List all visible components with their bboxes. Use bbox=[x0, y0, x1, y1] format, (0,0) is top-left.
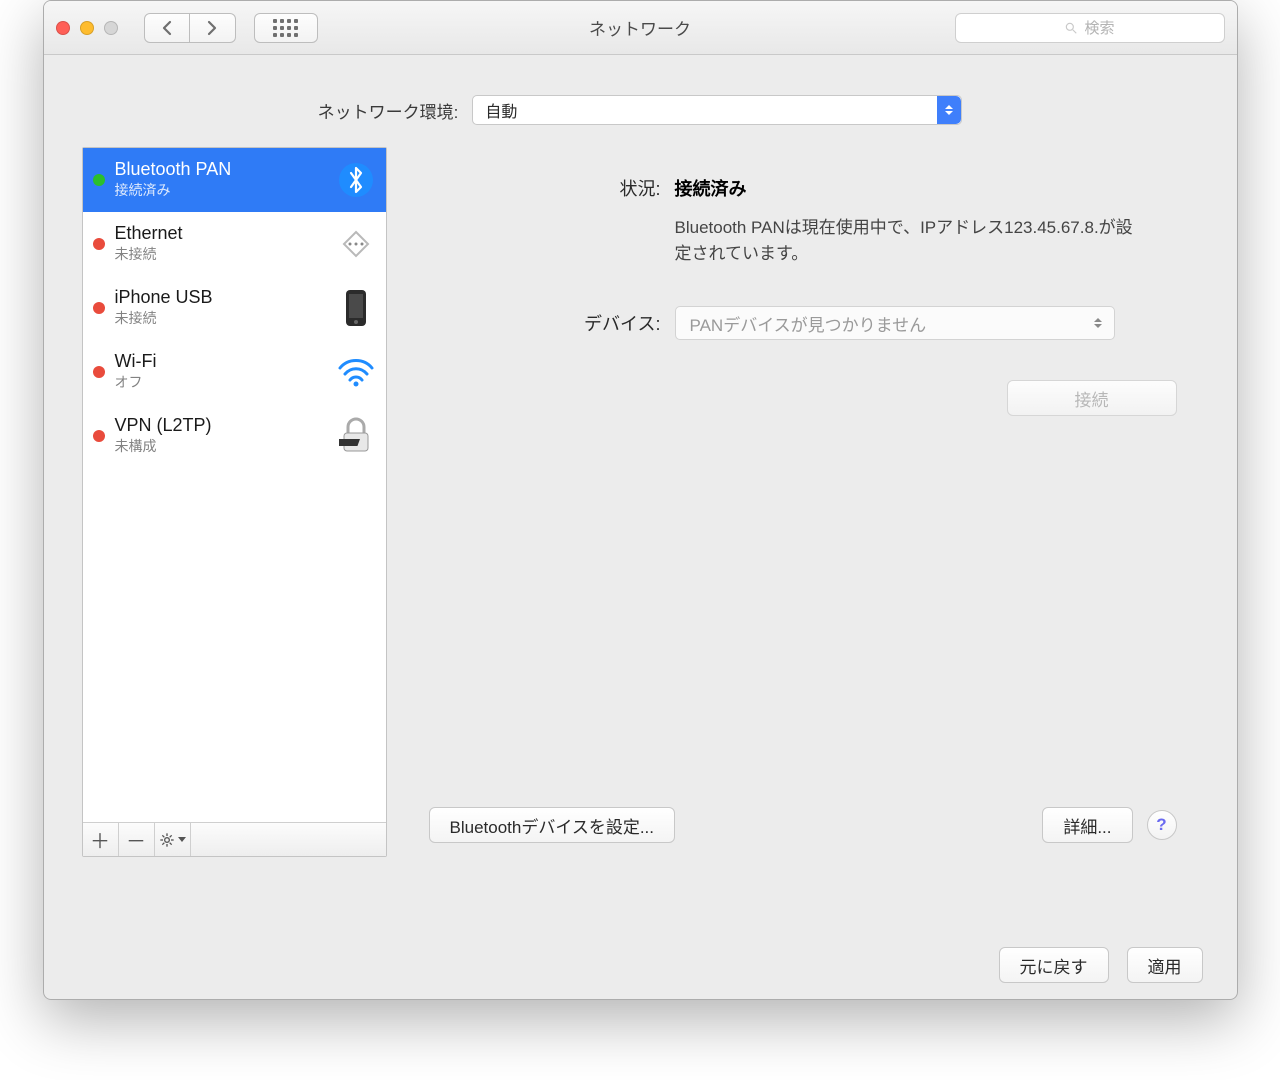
window-footer: 元に戻す 適用 bbox=[44, 931, 1237, 999]
service-name: VPN (L2TP) bbox=[115, 416, 326, 436]
remove-service-button[interactable]: － bbox=[119, 823, 155, 856]
minimize-icon[interactable] bbox=[80, 21, 94, 35]
content: Bluetooth PAN 接続済み Ethernet 未接続 bbox=[44, 147, 1237, 879]
service-status: 未構成 bbox=[115, 436, 326, 456]
back-button[interactable] bbox=[144, 13, 190, 43]
status-dot-icon bbox=[93, 302, 105, 314]
status-dot-icon bbox=[93, 238, 105, 250]
search-placeholder: 検索 bbox=[1084, 17, 1114, 38]
status-dot-icon bbox=[93, 366, 105, 378]
add-service-button[interactable]: ＋ bbox=[83, 823, 119, 856]
location-label: ネットワーク環境: bbox=[318, 98, 459, 123]
apply-button[interactable]: 適用 bbox=[1127, 947, 1203, 983]
bluetooth-icon bbox=[336, 160, 376, 200]
connect-button: 接続 bbox=[1007, 380, 1177, 416]
status-dot-icon bbox=[93, 430, 105, 442]
lock-icon bbox=[336, 416, 376, 456]
search-icon bbox=[1064, 21, 1078, 35]
device-row: デバイス: PANデバイスが見つかりません bbox=[429, 306, 1177, 340]
service-status: 未接続 bbox=[115, 308, 326, 328]
service-status: 未接続 bbox=[115, 244, 326, 264]
status-value: 接続済み bbox=[675, 175, 747, 201]
chevron-updown-icon bbox=[1090, 311, 1106, 335]
detail-panel: 状況: 接続済み Bluetooth PANは現在使用中で、IPアドレス123.… bbox=[407, 147, 1199, 857]
location-row: ネットワーク環境: 自動 bbox=[44, 55, 1237, 147]
gear-icon bbox=[159, 832, 175, 848]
location-select[interactable]: 自動 bbox=[472, 95, 962, 125]
device-value: PANデバイスが見つかりません bbox=[690, 311, 927, 336]
status-description: Bluetooth PANは現在使用中で、IPアドレス123.45.67.8.が… bbox=[675, 215, 1135, 266]
nav-buttons bbox=[144, 13, 236, 43]
chevron-updown-icon bbox=[937, 96, 961, 124]
service-name: Wi-Fi bbox=[115, 352, 326, 372]
service-name: iPhone USB bbox=[115, 288, 326, 308]
service-item-vpn[interactable]: VPN (L2TP) 未構成 bbox=[83, 404, 386, 468]
service-item-bluetooth-pan[interactable]: Bluetooth PAN 接続済み bbox=[83, 148, 386, 212]
close-icon[interactable] bbox=[56, 21, 70, 35]
configure-bluetooth-button[interactable]: Bluetoothデバイスを設定... bbox=[429, 807, 676, 843]
service-list: Bluetooth PAN 接続済み Ethernet 未接続 bbox=[83, 148, 386, 822]
service-status: オフ bbox=[115, 372, 326, 392]
status-row: 状況: 接続済み bbox=[429, 175, 1177, 201]
service-status: 接続済み bbox=[115, 180, 326, 200]
wifi-icon bbox=[336, 352, 376, 392]
iphone-icon bbox=[336, 288, 376, 328]
location-value: 自動 bbox=[485, 98, 517, 122]
zoom-icon bbox=[104, 21, 118, 35]
show-all-button[interactable] bbox=[254, 13, 318, 43]
service-name: Bluetooth PAN bbox=[115, 160, 326, 180]
grid-icon bbox=[273, 19, 298, 37]
traffic-lights bbox=[56, 21, 118, 35]
service-name: Ethernet bbox=[115, 224, 326, 244]
status-dot-icon bbox=[93, 174, 105, 186]
advanced-button[interactable]: 詳細... bbox=[1042, 807, 1132, 843]
device-select[interactable]: PANデバイスが見つかりません bbox=[675, 306, 1115, 340]
service-item-wifi[interactable]: Wi-Fi オフ bbox=[83, 340, 386, 404]
network-preferences-window: ネットワーク 検索 ネットワーク環境: 自動 Bluetooth PAN 接続済… bbox=[43, 0, 1238, 1000]
service-actions-button[interactable] bbox=[155, 823, 191, 856]
detail-footer: Bluetoothデバイスを設定... 詳細... ? bbox=[429, 807, 1177, 843]
ethernet-icon bbox=[336, 224, 376, 264]
sidebar-footer: ＋ － bbox=[83, 822, 386, 856]
titlebar: ネットワーク 検索 bbox=[44, 1, 1237, 55]
service-item-ethernet[interactable]: Ethernet 未接続 bbox=[83, 212, 386, 276]
services-sidebar: Bluetooth PAN 接続済み Ethernet 未接続 bbox=[82, 147, 387, 857]
status-label: 状況: bbox=[429, 175, 661, 201]
help-button[interactable]: ? bbox=[1147, 810, 1177, 840]
forward-button[interactable] bbox=[190, 13, 236, 43]
search-input[interactable]: 検索 bbox=[955, 13, 1225, 43]
service-item-iphone-usb[interactable]: iPhone USB 未接続 bbox=[83, 276, 386, 340]
revert-button[interactable]: 元に戻す bbox=[999, 947, 1109, 983]
device-label: デバイス: bbox=[429, 310, 661, 336]
